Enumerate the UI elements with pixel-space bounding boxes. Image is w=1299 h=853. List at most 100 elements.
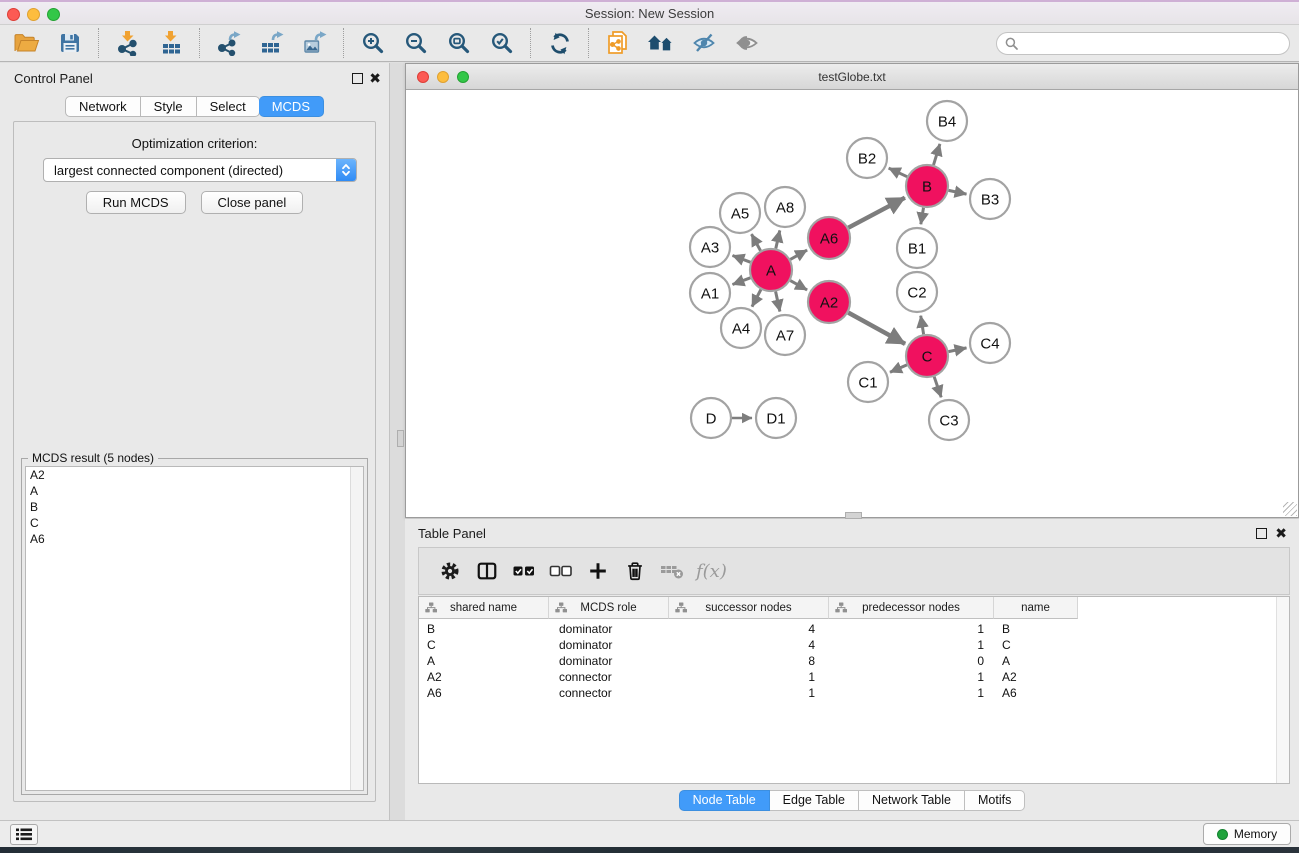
graph-node-B1[interactable]: B1 — [897, 228, 937, 268]
table-row[interactable]: A2connector11A2 — [419, 669, 1289, 685]
graph-node-A2[interactable]: A2 — [808, 281, 850, 323]
graph-edge-A-A5[interactable] — [752, 234, 761, 251]
refresh-button[interactable] — [538, 27, 581, 59]
column-header-predecessor-nodes[interactable]: predecessor nodes — [829, 597, 994, 619]
zoom-fit-button[interactable] — [437, 27, 480, 59]
tab-network[interactable]: Network — [65, 96, 141, 117]
tab-mcds[interactable]: MCDS — [259, 96, 324, 117]
function-builder-button[interactable]: f(x) — [696, 561, 727, 582]
graph-node-A8[interactable]: A8 — [765, 187, 805, 227]
show-all-button[interactable] — [725, 27, 768, 59]
tab-motifs[interactable]: Motifs — [965, 790, 1025, 811]
graph-edge-C-C2[interactable] — [921, 316, 924, 335]
tab-select[interactable]: Select — [197, 96, 260, 117]
mcds-result-item[interactable]: A — [26, 483, 363, 499]
table-row[interactable]: Adominator80A — [419, 653, 1289, 669]
graph-node-A[interactable]: A — [750, 249, 792, 291]
column-header-shared-name[interactable]: shared name — [419, 597, 549, 619]
network-window-titlebar[interactable]: testGlobe.txt — [406, 64, 1298, 90]
homes-button[interactable] — [639, 27, 682, 59]
import-network-button[interactable] — [106, 27, 149, 59]
graph-node-B3[interactable]: B3 — [970, 179, 1010, 219]
float-panel-icon[interactable] — [352, 73, 363, 84]
graph-node-A4[interactable]: A4 — [721, 308, 761, 348]
graph-edge-A-A7[interactable] — [776, 292, 780, 312]
table-row[interactable]: A6connector11A6 — [419, 685, 1289, 701]
graph-node-A3[interactable]: A3 — [690, 227, 730, 267]
mcds-result-item[interactable]: A2 — [26, 467, 363, 483]
graph-node-C2[interactable]: C2 — [897, 272, 937, 312]
vertical-splitter-handle[interactable] — [397, 430, 404, 447]
zoom-selected-button[interactable] — [480, 27, 523, 59]
zoom-in-button[interactable] — [351, 27, 394, 59]
tab-style[interactable]: Style — [141, 96, 197, 117]
graph-edge-B-B1[interactable] — [921, 208, 924, 225]
export-network-button[interactable] — [207, 27, 250, 59]
delete-column-button[interactable] — [616, 553, 653, 589]
graph-node-A7[interactable]: A7 — [765, 315, 805, 355]
create-column-button[interactable] — [579, 553, 616, 589]
result-scrollbar[interactable] — [350, 467, 363, 790]
table-settings-button[interactable] — [431, 553, 468, 589]
graph-node-B2[interactable]: B2 — [847, 138, 887, 178]
table-float-icon[interactable] — [1256, 528, 1267, 539]
unselect-all-columns-button[interactable] — [542, 553, 579, 589]
graph-edge-B-B4[interactable] — [934, 144, 940, 165]
graph-edge-A-A6[interactable] — [790, 250, 807, 259]
graph-edge-B-B3[interactable] — [949, 190, 967, 194]
graph-node-C3[interactable]: C3 — [929, 400, 969, 440]
table-row[interactable]: Bdominator41B — [419, 621, 1289, 637]
import-table-button[interactable] — [149, 27, 192, 59]
graph-node-B4[interactable]: B4 — [927, 101, 967, 141]
optimization-select[interactable]: largest connected component (directed) — [43, 158, 357, 182]
show-columns-button[interactable] — [468, 553, 505, 589]
task-history-button[interactable] — [10, 824, 38, 845]
tab-node-table[interactable]: Node Table — [679, 790, 770, 811]
search-box[interactable] — [996, 32, 1290, 55]
graph-node-D1[interactable]: D1 — [756, 398, 796, 438]
horizontal-splitter-handle[interactable] — [845, 512, 862, 519]
column-header-name[interactable]: name — [994, 597, 1078, 619]
graph-edge-A-A1[interactable] — [733, 278, 751, 285]
graph-edge-A-A2[interactable] — [790, 281, 807, 290]
export-image-button[interactable] — [293, 27, 336, 59]
graph-node-C4[interactable]: C4 — [970, 323, 1010, 363]
graph-edge-C-C3[interactable] — [934, 377, 941, 398]
close-panel-button[interactable]: Close panel — [201, 191, 304, 214]
graph-node-B[interactable]: B — [906, 165, 948, 207]
new-network-from-selection-button[interactable] — [596, 27, 639, 59]
graph-edge-A2-C[interactable] — [848, 313, 905, 344]
network-canvas[interactable]: B4 B2 B B3 A5A8A6 B1 A3 A C2 A1 A2 A4A7 C4 C C1 C3 D D1 — [406, 90, 1298, 517]
graph-edge-A-A4[interactable] — [752, 290, 761, 307]
graph-edge-C-C4[interactable] — [949, 348, 967, 352]
mcds-result-item[interactable]: A6 — [26, 531, 363, 547]
mcds-result-item[interactable]: C — [26, 515, 363, 531]
graph-node-A5[interactable]: A5 — [720, 193, 760, 233]
hide-selected-button[interactable] — [682, 27, 725, 59]
graph-node-A6[interactable]: A6 — [808, 217, 850, 259]
table-row[interactable]: Cdominator41C — [419, 637, 1289, 653]
graph-node-C[interactable]: C — [906, 335, 948, 377]
mcds-result-item[interactable]: B — [26, 499, 363, 515]
search-input[interactable] — [1023, 36, 1273, 51]
graph-node-A1[interactable]: A1 — [690, 273, 730, 313]
close-panel-icon[interactable]: ✖ — [369, 70, 381, 87]
select-all-columns-button[interactable] — [505, 553, 542, 589]
column-header-successor-nodes[interactable]: successor nodes — [669, 597, 829, 619]
window-resize-grip[interactable] — [1283, 502, 1297, 516]
mcds-result-list[interactable]: A2ABCA6 — [25, 466, 364, 791]
export-table-button[interactable] — [250, 27, 293, 59]
graph-edge-C-C1[interactable] — [890, 365, 907, 372]
graph-edge-A-A3[interactable] — [733, 256, 751, 263]
column-header-mcds-role[interactable]: MCDS role — [549, 597, 669, 619]
graph-node-C1[interactable]: C1 — [848, 362, 888, 402]
graph-edge-B-B2[interactable] — [889, 168, 907, 177]
graph-node-D[interactable]: D — [691, 398, 731, 438]
save-session-button[interactable] — [48, 27, 91, 59]
table-close-icon[interactable]: ✖ — [1275, 525, 1287, 542]
run-mcds-button[interactable]: Run MCDS — [86, 191, 186, 214]
memory-button[interactable]: Memory — [1203, 823, 1291, 845]
tab-edge-table[interactable]: Edge Table — [770, 790, 859, 811]
graph-edge-A-A8[interactable] — [776, 230, 780, 248]
graph-edge-A6-B[interactable] — [848, 198, 905, 228]
